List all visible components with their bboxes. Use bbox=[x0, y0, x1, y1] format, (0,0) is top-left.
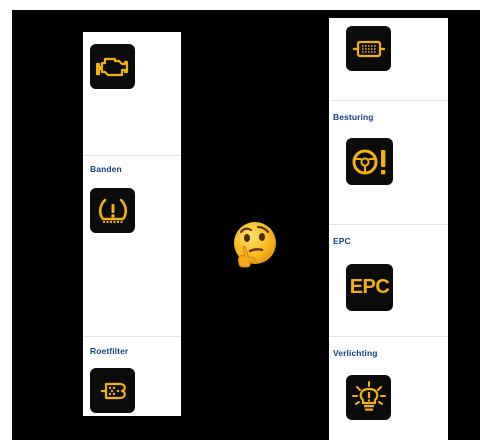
particulate-filter-icon bbox=[90, 368, 135, 413]
section-label-verlichting: Verlichting bbox=[333, 348, 378, 358]
tire-pressure-icon bbox=[90, 188, 135, 233]
thinking-face-emoji bbox=[229, 219, 281, 271]
divider bbox=[329, 224, 448, 225]
right-warning-panel: Besturing EPC EPC Verlichting bbox=[329, 18, 448, 440]
exhaust-filter-icon bbox=[346, 26, 391, 71]
steering-warning-icon bbox=[346, 138, 393, 185]
light-bulb-warning-icon bbox=[346, 375, 391, 420]
divider bbox=[83, 336, 181, 337]
section-label-epc: EPC bbox=[333, 236, 351, 246]
section-label-roetfilter: Roetfilter bbox=[90, 346, 129, 356]
divider bbox=[329, 336, 448, 337]
section-label-banden: Banden bbox=[90, 164, 122, 174]
divider bbox=[83, 155, 181, 156]
divider bbox=[329, 100, 448, 101]
engine-warning-icon bbox=[90, 44, 135, 89]
left-warning-panel: Banden Roetfilter bbox=[83, 32, 181, 416]
epc-icon-text: EPC bbox=[349, 276, 390, 298]
section-label-besturing: Besturing bbox=[333, 112, 374, 122]
epc-icon: EPC bbox=[346, 264, 393, 311]
